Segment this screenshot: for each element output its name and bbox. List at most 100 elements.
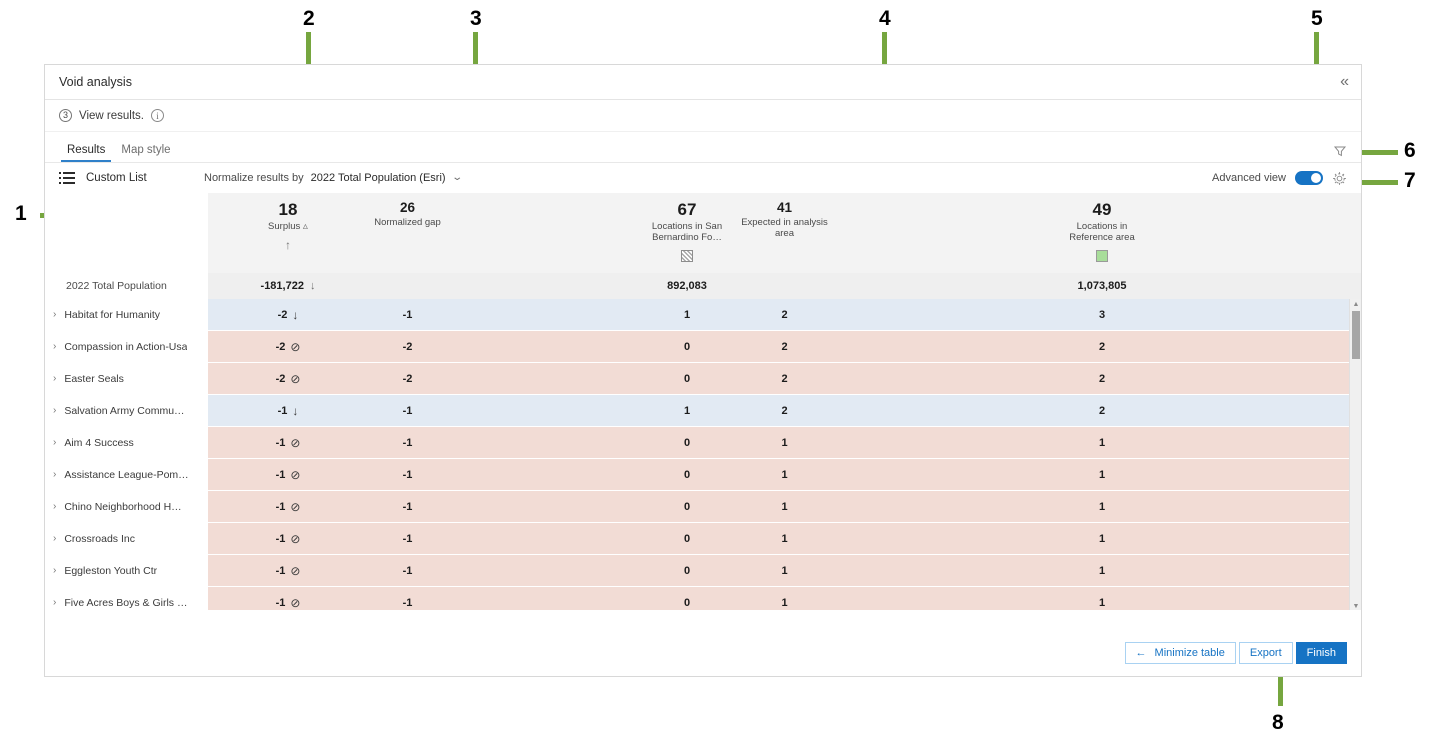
chevron-right-icon[interactable]: ›	[53, 533, 56, 544]
table-row[interactable]: › Chino Neighborhood H… -1 ⊘ -1 0 1 1	[45, 491, 1361, 522]
table-row[interactable]: › Eggleston Youth Ctr -1 ⊘ -1 0 1 1	[45, 555, 1361, 586]
header-tail	[1177, 193, 1361, 273]
chevron-right-icon[interactable]: ›	[53, 341, 56, 352]
header-count-locations-analysis: 67	[677, 200, 697, 219]
annotation-label-3: 3	[470, 7, 482, 30]
header-cell-expected[interactable]: 41 Expected in analysis area	[737, 193, 832, 273]
table-row[interactable]: › Compassion in Action-Usa -2 ⊘ -2 0 2 2	[45, 331, 1361, 362]
chevron-right-icon[interactable]: ›	[53, 597, 56, 608]
void-analysis-panel: Void analysis « 3 View results. i Result…	[44, 64, 1362, 677]
chevron-right-icon[interactable]: ›	[53, 565, 56, 576]
cell-surplus: -2 ⊘	[208, 331, 368, 362]
table-row[interactable]: › Salvation Army Commu… -1 ↓ -1 1 2 2	[45, 395, 1361, 426]
cell-normalized-gap: -1	[368, 555, 447, 586]
cell-locations-analysis: 0	[637, 555, 737, 586]
chevron-right-icon[interactable]: ›	[53, 405, 56, 416]
panel-title-bar: Void analysis «	[45, 65, 1361, 100]
chevron-down-icon[interactable]: ⌄	[451, 173, 463, 183]
header-cell-locations-analysis[interactable]: 67 Locations in San Bernardino Fo…	[637, 193, 737, 273]
chevron-right-icon[interactable]: ›	[53, 501, 56, 512]
row-label: Habitat for Humanity	[64, 308, 161, 321]
results-toolbar: Custom List Normalize results by 2022 To…	[45, 163, 1361, 193]
step-header: 3 View results. i	[45, 100, 1361, 132]
cell-expected: 1	[737, 491, 832, 522]
tab-map-style[interactable]: Map style	[113, 144, 178, 162]
cell-expected: 1	[737, 523, 832, 554]
custom-list-control[interactable]: Custom List	[59, 172, 204, 184]
header-cell-reference[interactable]: 49 Locations in Reference area	[1027, 193, 1177, 273]
export-label: Export	[1249, 647, 1282, 659]
cell-expected: 1	[737, 459, 832, 490]
cell-expected: 2	[737, 331, 832, 362]
advanced-view-toggle[interactable]	[1295, 171, 1323, 185]
chevron-right-icon[interactable]: ›	[53, 469, 56, 480]
cell-normalized-gap: -2	[368, 331, 447, 362]
row-label: Eggleston Youth Ctr	[64, 564, 158, 577]
cell-surplus: -1 ⊘	[208, 523, 368, 554]
export-button[interactable]: Export	[1238, 642, 1293, 664]
header-count-reference: 49	[1092, 200, 1112, 219]
cell-expected: 1	[737, 587, 832, 610]
finish-label: Finish	[1306, 647, 1336, 659]
cell-locations-analysis: 0	[637, 587, 737, 610]
annotation-label-8: 8	[1272, 711, 1284, 734]
cell-locations-analysis: 0	[637, 459, 737, 490]
cell-surplus: -1 ↓	[208, 395, 368, 426]
total-row-label: 2022 Total Population	[66, 280, 167, 292]
sort-ascending-icon[interactable]: ▵	[303, 221, 308, 232]
filter-funnel-icon[interactable]	[1333, 144, 1347, 158]
normalize-label: Normalize results by	[204, 172, 304, 184]
chevron-right-icon[interactable]: ›	[53, 309, 56, 320]
cell-reference: 1	[1027, 587, 1177, 610]
table-row[interactable]: › Habitat for Humanity -2 ↓ -1 1 2 3	[45, 299, 1361, 330]
cell-surplus: -2 ⊘	[208, 363, 368, 394]
no-entry-icon: ⊘	[290, 499, 301, 514]
header-count-surplus: 18	[278, 200, 298, 219]
table-row[interactable]: › Aim 4 Success -1 ⊘ -1 0 1 1	[45, 427, 1361, 458]
no-entry-icon: ⊘	[290, 339, 301, 354]
cell-locations-analysis: 0	[637, 523, 737, 554]
chevron-right-icon[interactable]: ›	[53, 437, 56, 448]
cell-normalized-gap: -1	[368, 299, 447, 330]
table-vertical-scrollbar[interactable]: ▲ ▼	[1349, 299, 1361, 610]
annotation-label-6: 6	[1404, 139, 1416, 162]
row-label: Chino Neighborhood H…	[64, 500, 182, 513]
table-total-row: 2022 Total Population -181,722 ↓ 892,083 …	[45, 273, 1361, 299]
tab-results[interactable]: Results	[59, 144, 113, 162]
cell-locations-analysis: 1	[637, 395, 737, 426]
table-body: › Habitat for Humanity -2 ↓ -1 1 2 3 › Compassion…	[45, 299, 1361, 611]
header-cell-normalized-gap[interactable]: 26 Normalized gap	[368, 193, 447, 273]
header-cell-surplus[interactable]: 18 Surplus ▵ ↑	[208, 193, 368, 273]
info-icon[interactable]: i	[150, 109, 164, 122]
annotation-label-1: 1	[15, 202, 27, 225]
total-cell-reference: 1,073,805	[1077, 280, 1127, 292]
cell-reference: 1	[1027, 491, 1177, 522]
table-row[interactable]: › Five Acres Boys & Girls … -1 ⊘ -1 0 1 1	[45, 587, 1361, 610]
table-row[interactable]: › Assistance League-Pom… -1 ⊘ -1 0 1 1	[45, 459, 1361, 490]
hatched-square-icon	[681, 250, 693, 263]
cell-surplus: -1 ⊘	[208, 427, 368, 458]
scroll-up-arrow-icon[interactable]: ▲	[1350, 299, 1361, 309]
double-chevron-left-icon[interactable]: «	[1340, 74, 1349, 90]
table-row[interactable]: › Crossroads Inc -1 ⊘ -1 0 1 1	[45, 523, 1361, 554]
normalize-selected-value[interactable]: 2022 Total Population (Esri)	[311, 172, 446, 184]
scrollbar-thumb[interactable]	[1352, 311, 1360, 359]
scroll-down-arrow-icon[interactable]: ▼	[1350, 601, 1361, 610]
minimize-table-button[interactable]: ← Minimize table	[1124, 642, 1236, 664]
finish-button[interactable]: Finish	[1295, 642, 1347, 664]
row-label: Salvation Army Commu…	[64, 404, 185, 417]
no-entry-icon: ⊘	[290, 435, 301, 450]
chevron-right-icon[interactable]: ›	[53, 373, 56, 384]
cell-expected: 2	[737, 395, 832, 426]
page-title: Void analysis	[59, 75, 132, 89]
annotation-label-2: 2	[303, 7, 315, 30]
cell-reference: 2	[1027, 395, 1177, 426]
table-row[interactable]: › Easter Seals -2 ⊘ -2 0 2 2	[45, 363, 1361, 394]
cell-locations-analysis: 0	[637, 363, 737, 394]
gear-icon[interactable]	[1332, 171, 1347, 186]
table-header-row: 18 Surplus ▵ ↑ 26 Normalized gap 67 Loca…	[45, 193, 1361, 273]
green-square-icon	[1096, 250, 1108, 263]
no-entry-icon: ⊘	[290, 595, 301, 610]
total-cell-locations-analysis: 892,083	[667, 280, 707, 292]
annotation-label-4: 4	[879, 7, 891, 30]
